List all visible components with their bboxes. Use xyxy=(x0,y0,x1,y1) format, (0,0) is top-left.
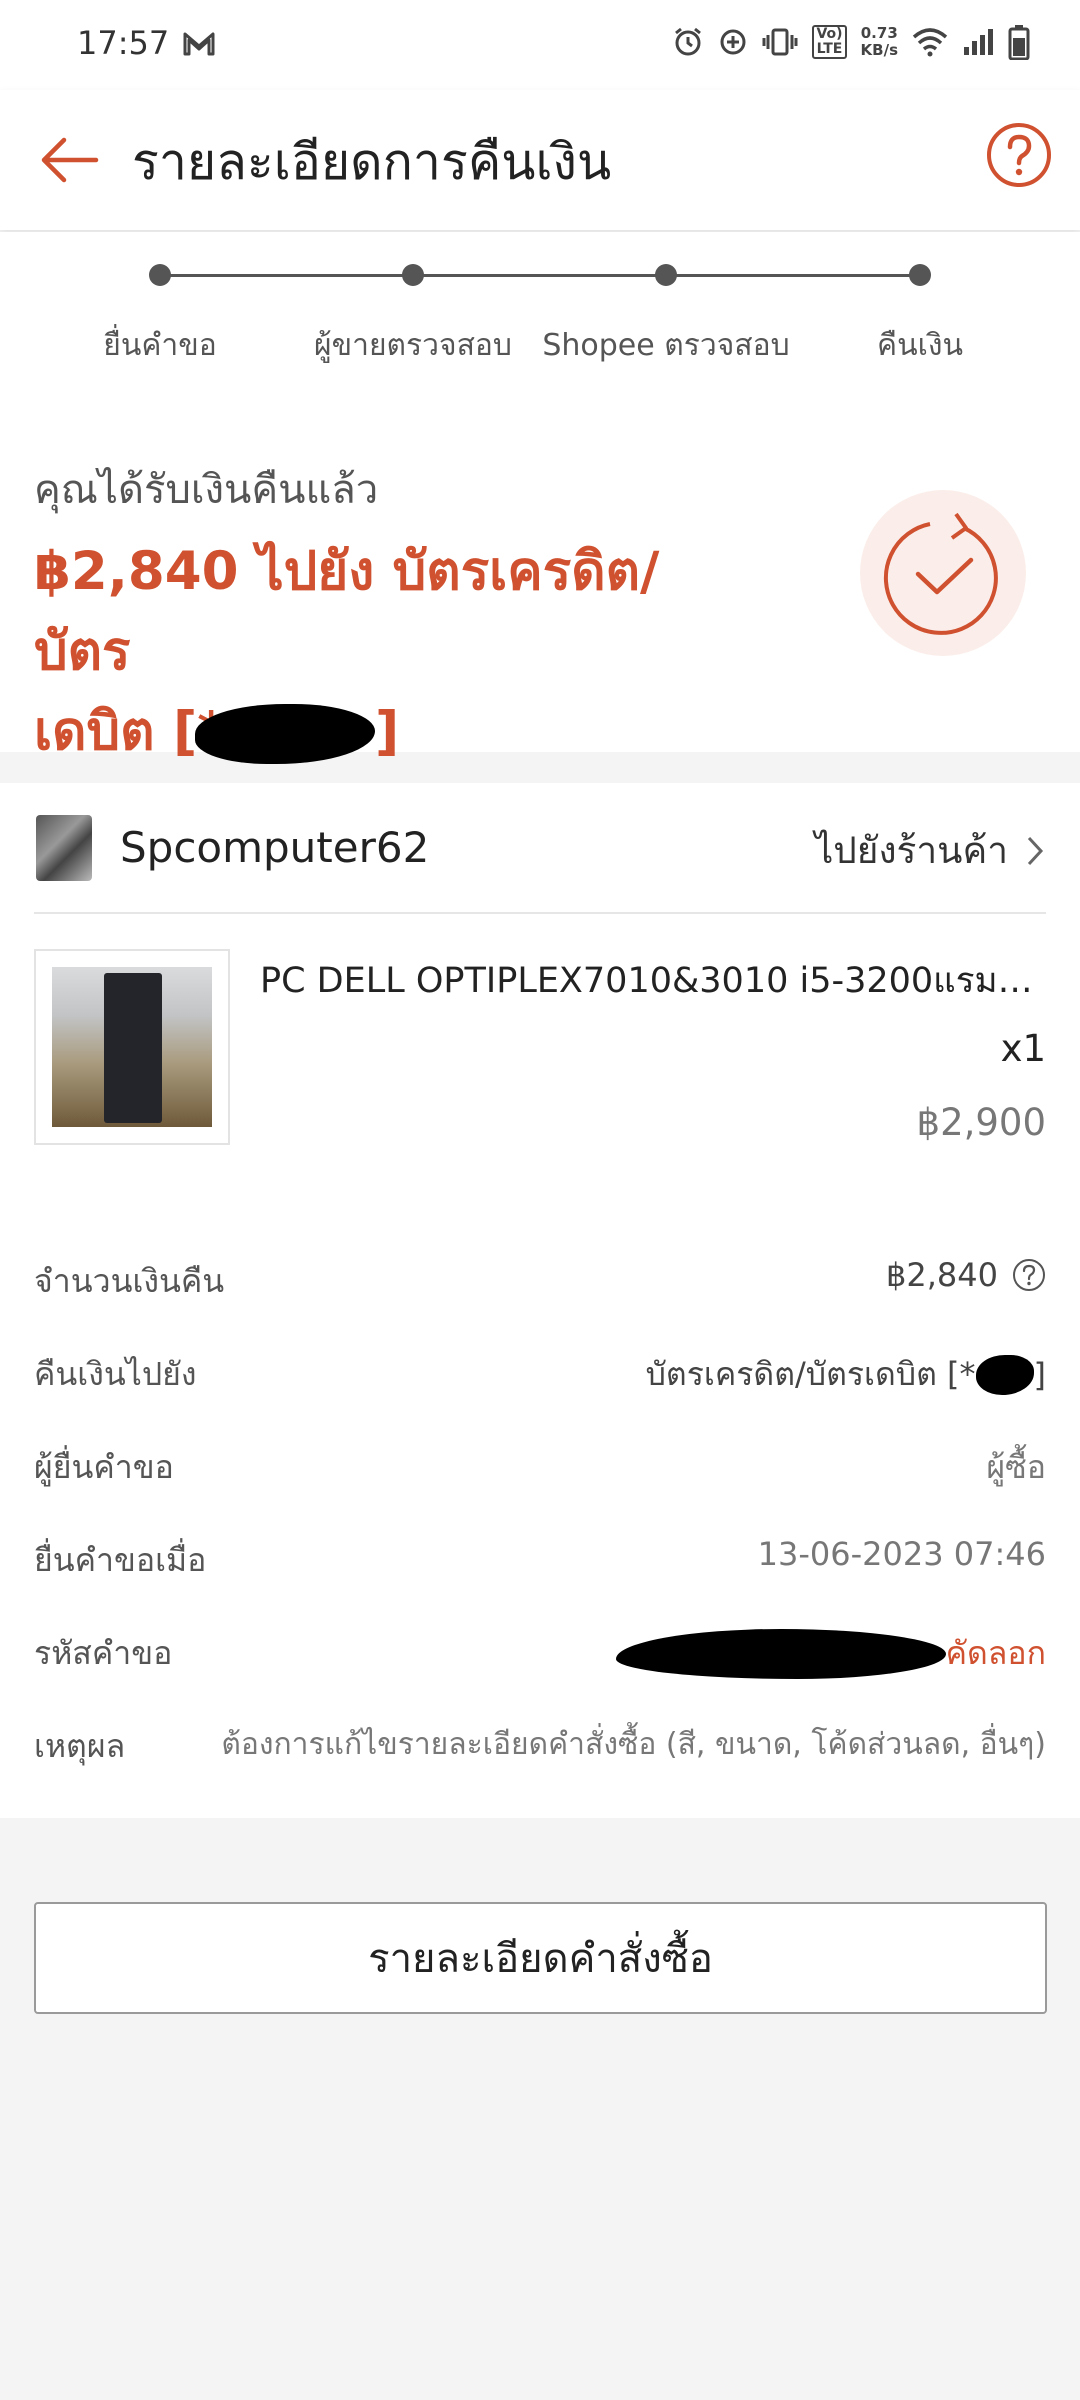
reason-row: เหตุผล ต้องการแก้ไขรายละเอียดคำสั่งซื้อ … xyxy=(34,1721,1046,1771)
shop-name[interactable]: Spcomputer62 xyxy=(120,823,429,872)
refund-amount-label: จำนวนเงินคืน xyxy=(34,1262,225,1300)
data-saver-icon xyxy=(720,29,746,55)
redacted-request-id xyxy=(615,1628,946,1679)
refund-destination-value: บัตรเครดิต/บัตรเดบิต [* ] xyxy=(645,1354,1046,1395)
copy-button[interactable]: คัดลอก xyxy=(946,1628,1046,1679)
back-arrow-icon[interactable] xyxy=(30,120,110,200)
refund-progress-section: ยื่นคำขอ ผู้ขายตรวจสอบ Shopee ตรวจสอบ คื… xyxy=(0,232,1080,765)
redacted-card-number xyxy=(195,704,375,765)
step-dot-2 xyxy=(402,264,424,286)
refund-amount-row: จำนวนเงินคืน ฿2,840 xyxy=(34,1256,1046,1306)
question-circle-icon[interactable] xyxy=(1012,1258,1046,1292)
requester-label: ผู้ยื่นคำขอ xyxy=(34,1448,174,1486)
network-speed: 0.73 KB/s xyxy=(860,24,898,59)
step-label-submit: ยื่นคำขอ xyxy=(103,328,217,363)
request-time-label: ยื่นคำขอเมื่อ xyxy=(34,1541,207,1579)
battery-icon xyxy=(1008,25,1030,60)
reason-value: ต้องการแก้ไขรายละเอียดคำสั่งซื้อ (สี, ขน… xyxy=(221,1727,1046,1762)
step-dot-4 xyxy=(909,264,931,286)
gmail-icon xyxy=(183,32,215,56)
chevron-right-icon xyxy=(1027,836,1044,865)
product-name[interactable]: PC DELL OPTIPLEX7010&3010 i5-3200แรม8GB xyxy=(260,953,1050,1008)
shop-avatar[interactable] xyxy=(36,815,92,881)
refund-amount-value: ฿2,840 xyxy=(886,1256,1046,1294)
product-quantity: x1 xyxy=(1000,1027,1046,1070)
status-time: 17:57 xyxy=(77,24,170,62)
requester-value: ผู้ซื้อ xyxy=(986,1448,1046,1486)
requester-row: ผู้ยื่นคำขอ ผู้ซื้อ xyxy=(34,1442,1046,1492)
product-price: ฿2,900 xyxy=(916,1101,1046,1144)
step-dot-1 xyxy=(149,264,171,286)
step-dot-3 xyxy=(655,264,677,286)
page-title: รายละเอียดการคืนเงิน xyxy=(132,133,612,191)
goto-shop-label: ไปยังร้านค้า xyxy=(814,829,1008,872)
request-id-value: คัดลอก xyxy=(615,1628,1046,1679)
refund-amount-text: ฿2,840 ไปยัง บัตรเครดิต/บัตร เดบิต [*] xyxy=(34,532,754,772)
step-label-seller-review: ผู้ขายตรวจสอบ xyxy=(314,328,512,363)
progress-line xyxy=(160,274,921,277)
shop-divider xyxy=(34,912,1046,914)
request-id-label: รหัสคำขอ xyxy=(34,1634,173,1672)
help-icon[interactable] xyxy=(986,122,1052,188)
alarm-icon xyxy=(675,27,702,56)
app-header: รายละเอียดการคืนเงิน xyxy=(0,90,1080,230)
refund-destination-row: คืนเงินไปยัง บัตรเครดิต/บัตรเดบิต [* ] xyxy=(34,1349,1046,1399)
request-id-row: รหัสคำขอ คัดลอก xyxy=(34,1628,1046,1679)
volte-badge: Vo) LTE xyxy=(812,25,847,59)
redacted-card-digits xyxy=(975,1354,1034,1395)
signal-icon xyxy=(964,29,993,55)
step-label-refunded: คืนเงิน xyxy=(877,328,963,363)
status-bar: 17:57 Vo) LTE 0.73 KB/s xyxy=(0,0,1080,90)
request-time-row: ยื่นคำขอเมื่อ 13-06-2023 07:46 xyxy=(34,1535,1046,1585)
vibrate-icon xyxy=(762,28,798,56)
refund-status-text: คุณได้รับเงินคืนแล้ว xyxy=(34,467,379,513)
refund-destination-label: คืนเงินไปยัง xyxy=(34,1355,197,1393)
status-icons: Vo) LTE 0.73 KB/s xyxy=(672,20,1030,64)
goto-shop-link[interactable]: ไปยังร้านค้า xyxy=(815,821,1044,880)
request-time-value: 13-06-2023 07:46 xyxy=(757,1535,1046,1573)
refund-complete-badge xyxy=(860,490,1026,656)
wifi-icon xyxy=(912,28,948,57)
reason-label: เหตุผล xyxy=(34,1727,126,1765)
step-label-shopee-review: Shopee ตรวจสอบ xyxy=(542,328,790,363)
refund-check-icon xyxy=(883,512,998,635)
order-details-button[interactable]: รายละเอียดคำสั่งซื้อ xyxy=(34,1902,1047,2014)
product-image[interactable] xyxy=(34,949,230,1145)
refund-details-card: Spcomputer62 ไปยังร้านค้า PC DELL OPTIPL… xyxy=(0,783,1080,1818)
